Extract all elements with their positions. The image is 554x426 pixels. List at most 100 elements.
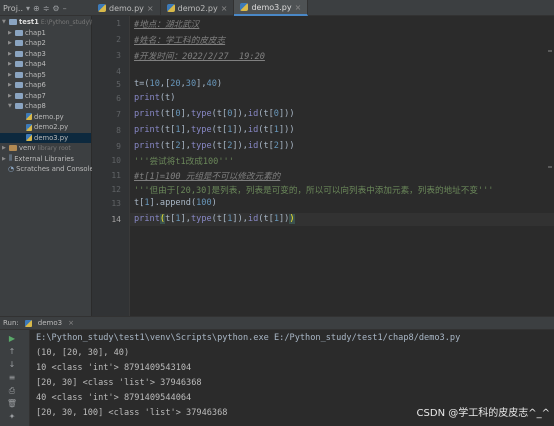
folder-icon xyxy=(15,50,23,57)
code-line-13[interactable]: t[1].append(100) xyxy=(134,198,217,208)
code-token: type xyxy=(190,141,212,151)
console-line: [20, 30, 100] <class 'list'> 37946368 xyxy=(36,408,228,418)
tree-item-label: chap5 xyxy=(25,70,46,79)
code-line-3[interactable]: #开发时间：2022/2/27 19:20 xyxy=(134,50,265,62)
code-editor[interactable]: #地点：湖北武汉 #姓名：学工科的皮皮志 #开发时间：2022/2/27 19:… xyxy=(130,16,554,316)
project-header[interactable]: Proj.. ▾ ⊕ ≑ ⚙ – xyxy=(0,0,92,16)
console-output[interactable]: E:\Python_study\test1\venv\Scripts\pytho… xyxy=(30,330,554,426)
close-icon[interactable]: × xyxy=(147,4,154,13)
code-line-7[interactable]: print(t[0],type(t[0]),id(t[0])) xyxy=(134,109,295,119)
code-token: 100 xyxy=(196,198,212,208)
code-line-6[interactable]: print(t) xyxy=(134,93,175,103)
rerun-icon[interactable]: ▶ xyxy=(6,334,18,343)
folder-icon xyxy=(15,40,23,47)
tree-item-chap2[interactable]: ▶ chap2 xyxy=(8,38,46,49)
tree-item-chap3[interactable]: ▶ chap3 xyxy=(8,49,46,60)
tree-item-chap8[interactable]: ▼ chap8 xyxy=(8,101,46,112)
code-line-11[interactable]: #t[1]=100 元组是不可以修改元素的 xyxy=(134,170,280,182)
code-token: type xyxy=(190,109,212,119)
chevron-right-icon[interactable]: ▶ xyxy=(8,72,13,78)
chevron-right-icon[interactable]: ▶ xyxy=(8,40,13,46)
chevron-right-icon[interactable]: ▶ xyxy=(8,61,13,67)
scroll-up-icon[interactable]: ↑ xyxy=(6,347,18,356)
line-number: 2 xyxy=(116,35,121,44)
code-token: ], xyxy=(180,125,191,135)
tree-item-external-libraries[interactable]: ▶ ⫼ External Libraries xyxy=(2,154,74,165)
tree-item-demo3-py[interactable]: demo3.py xyxy=(0,132,91,143)
code-line-8[interactable]: print(t[1],type(t[1]),id(t[1])) xyxy=(134,125,295,135)
tab-demo3[interactable]: demo3.py × xyxy=(234,0,309,16)
tree-item-chap6[interactable]: ▶ chap6 xyxy=(8,80,46,91)
code-line-10[interactable]: '''尝试将t1改成100''' xyxy=(134,155,234,167)
gear-icon[interactable]: ⚙ xyxy=(52,4,59,13)
chevron-down-icon[interactable]: ▼ xyxy=(8,103,13,109)
tree-item-demo2-py[interactable]: demo2.py xyxy=(26,122,68,133)
code-token: (t) xyxy=(159,93,176,103)
code-token: ])) xyxy=(278,125,295,135)
code-line-14[interactable]: print(t[1],type(t[1]),id(t[1])) xyxy=(134,214,295,224)
tab-label: demo3.py xyxy=(251,2,292,12)
code-line-2[interactable]: #姓名：学工科的皮皮志 xyxy=(134,34,225,46)
code-token: (t[ xyxy=(258,109,274,119)
dropdown-icon[interactable]: ▾ xyxy=(26,4,30,13)
tree-item-demo-py[interactable]: demo.py xyxy=(26,112,64,123)
chevron-right-icon[interactable]: ▶ xyxy=(8,82,13,88)
chevron-right-icon[interactable]: ▶ xyxy=(2,156,7,162)
chevron-down-icon[interactable]: ▼ xyxy=(2,19,7,25)
tree-item-label: demo.py xyxy=(34,112,64,121)
code-line-9[interactable]: print(t[2],type(t[2]),id(t[2])) xyxy=(134,141,295,151)
code-line-5[interactable]: t=(10,[20,30],40) xyxy=(134,79,222,89)
trash-icon[interactable]: 🗑 xyxy=(6,399,18,408)
run-toolbar: ▶ ↑ ↓ ≡ ⎙ 🗑 ✦ xyxy=(0,330,30,426)
folder-icon xyxy=(15,82,23,89)
chevron-right-icon[interactable]: ▶ xyxy=(8,30,13,36)
sort-icon[interactable]: ≑ xyxy=(43,4,50,13)
soft-wrap-icon[interactable]: ≡ xyxy=(6,373,18,382)
tree-item-label: Scratches and Consoles xyxy=(16,165,98,174)
tree-item-path: E:\Python_study\te xyxy=(40,18,98,26)
code-token: print xyxy=(134,109,160,119)
tab-demo2[interactable]: demo2.py × xyxy=(161,0,235,16)
console-line: (10, [20, 30], 40) xyxy=(36,348,130,358)
chevron-right-icon[interactable]: ▶ xyxy=(8,51,13,57)
pin-icon[interactable]: ✦ xyxy=(6,412,18,421)
tree-item-chap7[interactable]: ▶ chap7 xyxy=(8,91,46,102)
run-config-tab[interactable]: demo3 xyxy=(38,319,62,327)
line-number: 14 xyxy=(111,215,121,224)
globe-icon[interactable]: ⊕ xyxy=(33,4,40,13)
close-icon[interactable]: × xyxy=(68,319,74,327)
tree-item-chap1[interactable]: ▶ chap1 xyxy=(8,28,46,39)
console-line: E:\Python_study\test1\venv\Scripts\pytho… xyxy=(36,333,461,343)
code-token: id xyxy=(247,109,259,119)
library-icon: ⫼ xyxy=(9,154,13,163)
watermark: CSDN @学工科的皮皮志^_^ xyxy=(416,408,550,419)
code-line-1[interactable]: #地点：湖北武汉 xyxy=(134,18,199,30)
chevron-right-icon[interactable]: ▶ xyxy=(2,145,7,151)
code-token: ], xyxy=(180,214,191,224)
code-token: ) xyxy=(289,214,295,224)
tree-item-scratches[interactable]: ◔ Scratches and Consoles xyxy=(8,164,97,175)
line-number: 4 xyxy=(116,67,121,76)
code-token: print xyxy=(134,93,160,103)
tree-item-chap4[interactable]: ▶ chap4 xyxy=(8,59,46,70)
tab-demo[interactable]: demo.py × xyxy=(92,0,161,16)
tree-item-venv[interactable]: ▶ venv library root xyxy=(2,143,71,154)
code-line-12[interactable]: '''但由于[20,30]是列表，列表是可变的，所以可以向列表中添加元素，列表的… xyxy=(134,184,493,196)
code-token: (t[ xyxy=(159,141,176,151)
project-label[interactable]: Proj.. xyxy=(3,4,23,13)
chevron-right-icon[interactable]: ▶ xyxy=(8,93,13,99)
scroll-down-icon[interactable]: ↓ xyxy=(6,360,18,369)
code-token: (t[ xyxy=(159,125,176,135)
folder-icon xyxy=(15,92,23,99)
python-file-icon xyxy=(98,4,106,12)
minus-icon[interactable]: – xyxy=(63,4,67,13)
tree-item-test1[interactable]: ▼ test1 E:\Python_study\te xyxy=(2,17,97,28)
tree-item-label: chap8 xyxy=(25,102,46,111)
tree-item-label: chap7 xyxy=(25,91,46,100)
close-icon[interactable]: × xyxy=(295,3,302,12)
tree-item-chap5[interactable]: ▶ chap5 xyxy=(8,70,46,81)
close-icon[interactable]: × xyxy=(221,4,228,13)
code-token: 30 xyxy=(185,79,197,89)
folder-icon xyxy=(15,71,23,78)
print-icon[interactable]: ⎙ xyxy=(6,386,18,396)
